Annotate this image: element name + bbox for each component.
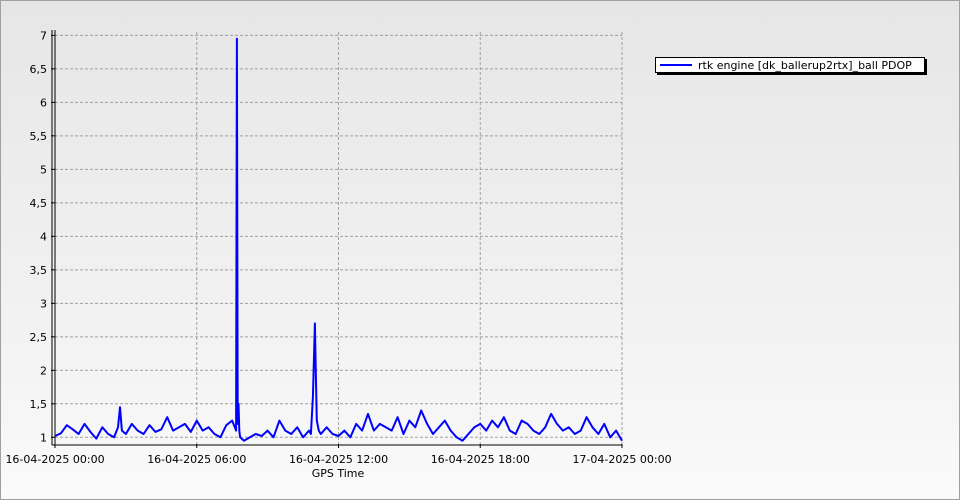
- y-tick-label: 2,5: [30, 331, 48, 344]
- y-tick-label: 5,5: [30, 130, 48, 143]
- x-tick-label: 17-04-2025 00:00: [572, 453, 671, 466]
- legend-label: rtk engine [dk_ballerup2rtx]_ball PDOP: [698, 58, 912, 72]
- x-tick-label: 16-04-2025 12:00: [289, 453, 388, 466]
- x-tick-label: 16-04-2025 18:00: [431, 453, 530, 466]
- y-tick-label: 4,5: [30, 197, 48, 210]
- y-tick-label: 2: [40, 364, 47, 377]
- y-tick-label: 1: [40, 431, 47, 444]
- grid-layer: [54, 32, 623, 444]
- y-tick-label: 6,5: [30, 63, 48, 76]
- x-tick-label: 16-04-2025 00:00: [5, 453, 104, 466]
- y-tick-label: 5: [40, 163, 47, 176]
- chart-svg: 1 1,5 2 2,5 3 3,5 4 4,5 5 5,5 6 6,5 7 16-04-2025 00:0…: [5, 29, 671, 480]
- x-axis-title: GPS Time: [312, 467, 365, 480]
- legend-swatch: [660, 64, 692, 66]
- y-tick-label: 1,5: [30, 398, 48, 411]
- y-tick-label: 6: [40, 96, 47, 109]
- x-tick-label: 16-04-2025 06:00: [147, 453, 246, 466]
- y-tick-label: 4: [40, 230, 47, 243]
- legend: rtk engine [dk_ballerup2rtx]_ball PDOP: [655, 57, 925, 73]
- y-tick-label: 7: [40, 29, 47, 42]
- y-tick-label: 3,5: [30, 264, 48, 277]
- chart-container: 1 1,5 2 2,5 3 3,5 4 4,5 5 5,5 6 6,5 7 16-04-2025 00:0…: [0, 0, 960, 500]
- y-tick-label: 3: [40, 297, 47, 310]
